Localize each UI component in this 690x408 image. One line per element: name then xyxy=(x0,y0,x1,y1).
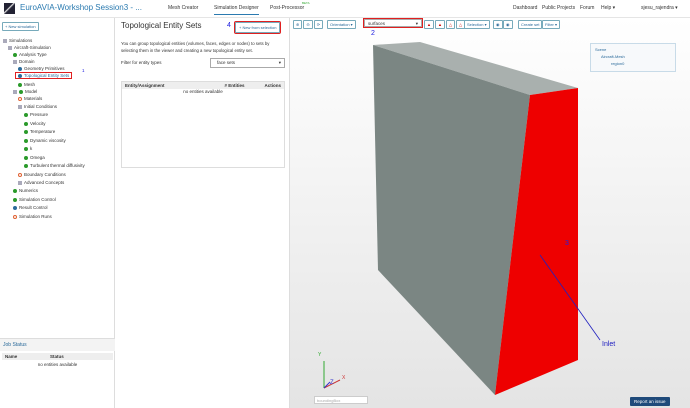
job-status-panel: Job Status Name Status no entities avail… xyxy=(0,338,115,408)
report-issue-button[interactable]: Report an issue xyxy=(630,397,670,406)
nav-help[interactable]: Help ▾ xyxy=(601,5,615,11)
filter-entity-type-select[interactable]: face sets ▾ xyxy=(210,58,285,68)
tree-geometry-primitives[interactable]: Geometry Primitives xyxy=(18,66,65,71)
tree-domain[interactable]: Domain xyxy=(13,59,35,64)
table-empty: no entities available xyxy=(183,89,223,94)
nav-dashboard[interactable]: Dashboard xyxy=(513,5,537,11)
annotation-4: 4 xyxy=(227,22,231,29)
inlet-label: Inlet xyxy=(602,341,616,348)
annotation-1: 1 xyxy=(82,68,85,73)
tree-result-control[interactable]: Result Control xyxy=(13,205,48,210)
entity-sets-panel: Topological Entity Sets 4 + New from sel… xyxy=(115,18,290,408)
3d-viewer[interactable]: ⊕ ⊖ ⟳ Orientation ▾ surfaces ▾ 2 ▲ ▲ △ △ Selec… xyxy=(290,18,690,408)
axis-y-label: Y xyxy=(318,352,322,358)
tree-model[interactable]: Model xyxy=(13,89,37,94)
tree-temperature[interactable]: Temperature xyxy=(24,129,55,134)
col-entities: # Entities xyxy=(224,83,245,88)
tree-boundary-conditions[interactable]: Boundary Conditions xyxy=(18,172,66,177)
tree-mesh[interactable]: Mesh xyxy=(18,82,35,87)
tree-topological-entity-sets[interactable]: Topological Entity Sets xyxy=(14,72,73,79)
top-bar: EuroAVIA-Workshop Session3 - ... Mesh Cr… xyxy=(0,0,690,18)
nav-forum[interactable]: Forum xyxy=(580,5,594,11)
simulation-tree-panel: + New simulation Simulations Aircraft-Si… xyxy=(0,18,115,408)
tree-pressure[interactable]: Pressure xyxy=(24,112,48,117)
col-entity: Entity/Assignment xyxy=(125,83,165,88)
nav-simulation-designer[interactable]: Simulation Designer xyxy=(214,5,259,15)
tree-velocity[interactable]: Velocity xyxy=(24,121,46,126)
col-name: Name xyxy=(5,354,18,359)
user-menu[interactable]: sjesu_rajendra ▾ xyxy=(641,5,678,11)
beta-badge: BETA xyxy=(302,1,310,5)
job-status-empty: no entities available xyxy=(37,362,78,367)
nav-public-projects[interactable]: Public Projects xyxy=(542,5,575,11)
axis-x-label: X xyxy=(342,375,346,381)
tree-turbulent-thermal-diffusivity[interactable]: Turbulent thermal diffusivity xyxy=(24,163,85,168)
new-from-selection-button[interactable]: + New from selection xyxy=(233,21,282,34)
tree-initial-conditions[interactable]: Initial Conditions xyxy=(18,104,57,109)
nav-post-processor[interactable]: Post-Processor xyxy=(270,5,304,11)
col-actions: Actions xyxy=(264,83,281,88)
bounding-box-input[interactable]: boundingBox xyxy=(314,396,368,404)
job-status-title: Job Status xyxy=(0,339,115,351)
tree-simulation-runs[interactable]: Simulation Runs xyxy=(13,214,52,219)
filter-label: Filter for entity types xyxy=(121,60,162,65)
tree-omega[interactable]: Omega xyxy=(24,155,45,160)
tree-k[interactable]: k xyxy=(24,146,32,151)
tree-advanced-concepts[interactable]: Advanced Concepts xyxy=(18,180,64,185)
tree-analysis-type[interactable]: Analysis Type xyxy=(13,52,47,57)
annotation-3: 3 xyxy=(565,240,569,247)
tree-simulation-control[interactable]: Simulation Control xyxy=(13,197,56,202)
col-status: Status xyxy=(50,354,64,359)
tree-numerics[interactable]: Numerics xyxy=(13,188,38,193)
page-title: Topological Entity Sets xyxy=(121,21,202,30)
nav-mesh-creator[interactable]: Mesh Creator xyxy=(168,5,198,11)
project-title: EuroAVIA-Workshop Session3 - ... xyxy=(20,3,142,12)
description: You can group topological entities (volu… xyxy=(121,41,270,53)
new-simulation-button[interactable]: + New simulation xyxy=(2,22,39,31)
geometry-canvas[interactable] xyxy=(290,18,690,408)
tree-simulations[interactable]: Simulations xyxy=(3,38,32,43)
tree-materials[interactable]: Materials xyxy=(18,96,42,101)
entity-sets-table: Entity/Assignment # Entities Actions no … xyxy=(121,81,285,168)
tree-dynamic-viscosity[interactable]: Dynamic viscosity xyxy=(24,138,66,143)
tree-aircraft-simulation[interactable]: Aircraft-Simulation xyxy=(8,45,51,50)
logo xyxy=(4,3,15,14)
axis-z-label: Z xyxy=(330,380,334,386)
